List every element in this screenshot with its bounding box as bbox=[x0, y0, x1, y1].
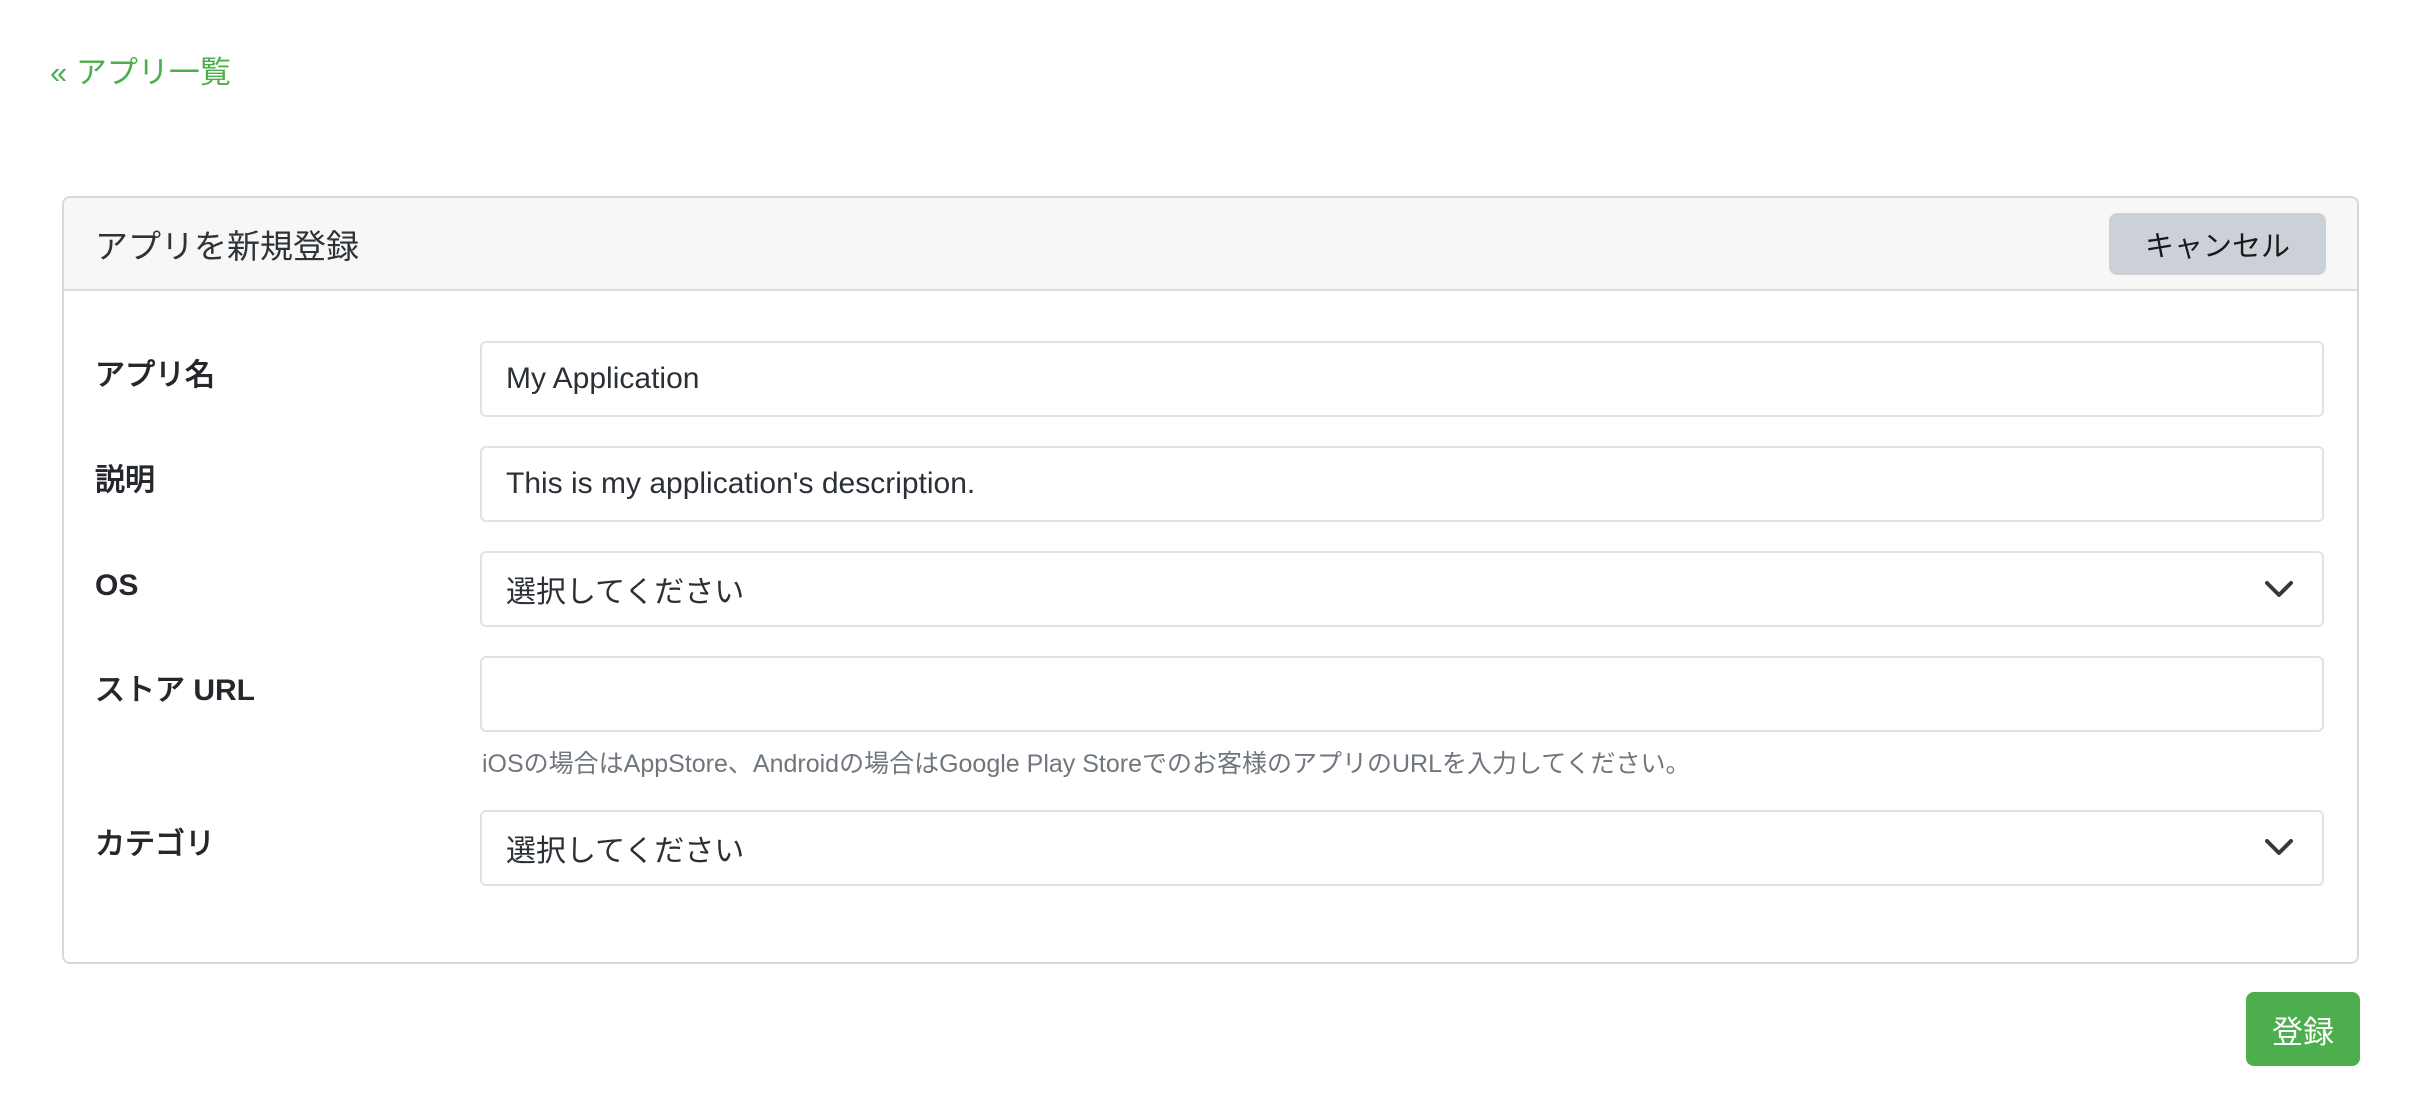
category-label: カテゴリ bbox=[95, 810, 480, 886]
form-row-store-url: ストア URL iOSの場合はAppStore、Androidの場合はGoogl… bbox=[95, 656, 2324, 781]
back-to-app-list-link[interactable]: « アプリ一覧 bbox=[50, 54, 231, 91]
category-select[interactable]: 選択してください bbox=[480, 810, 2324, 886]
form-row-category: カテゴリ 選択してください bbox=[95, 810, 2324, 886]
footer-actions: 登録 bbox=[62, 992, 2360, 1066]
store-url-label: ストア URL bbox=[95, 656, 480, 781]
os-label: OS bbox=[95, 551, 480, 627]
panel-title: アプリを新規登録 bbox=[95, 220, 359, 268]
os-select-value: 選択してください bbox=[506, 567, 744, 611]
new-app-panel: アプリを新規登録 キャンセル アプリ名 説明 OS 選択してください bbox=[62, 196, 2359, 964]
chevron-down-icon bbox=[2264, 580, 2294, 599]
app-name-input[interactable] bbox=[480, 341, 2324, 417]
store-url-help-text: iOSの場合はAppStore、Androidの場合はGoogle Play S… bbox=[482, 748, 2324, 781]
app-name-label: アプリ名 bbox=[95, 341, 480, 417]
os-select[interactable]: 選択してください bbox=[480, 551, 2324, 627]
category-select-value: 選択してください bbox=[506, 826, 744, 870]
cancel-button[interactable]: キャンセル bbox=[2109, 213, 2326, 275]
store-url-input[interactable] bbox=[480, 656, 2324, 732]
panel-header: アプリを新規登録 キャンセル bbox=[64, 198, 2357, 291]
panel-body: アプリ名 説明 OS 選択してください bbox=[64, 291, 2357, 962]
form-row-app-name: アプリ名 bbox=[95, 341, 2324, 417]
description-label: 説明 bbox=[95, 446, 480, 522]
submit-button[interactable]: 登録 bbox=[2246, 992, 2360, 1066]
description-input[interactable] bbox=[480, 446, 2324, 522]
form-row-os: OS 選択してください bbox=[95, 551, 2324, 627]
chevron-down-icon bbox=[2264, 838, 2294, 857]
form-row-description: 説明 bbox=[95, 446, 2324, 522]
